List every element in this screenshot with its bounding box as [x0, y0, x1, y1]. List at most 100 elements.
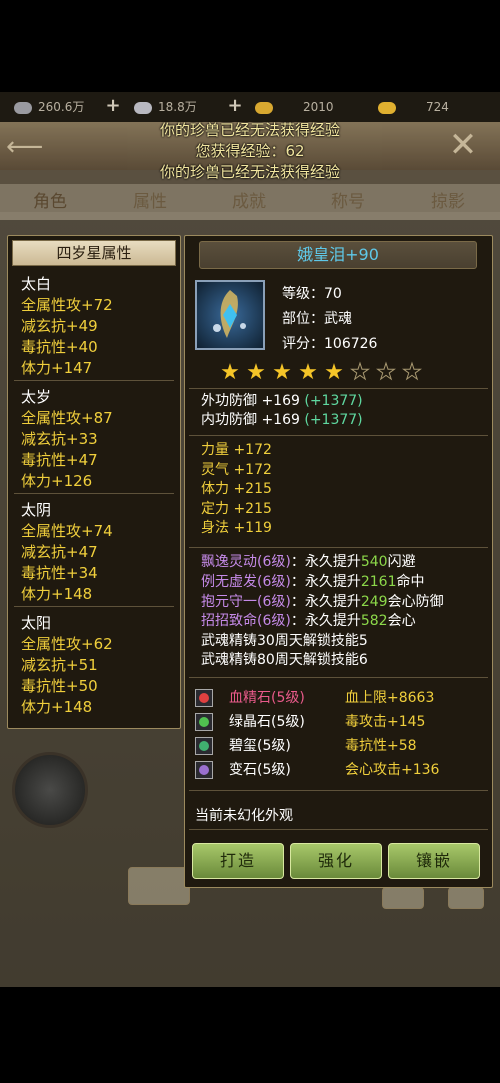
attribute-line: 毒抗性+34: [21, 564, 98, 582]
divider: [14, 380, 174, 381]
attribute-line: 体力+147: [21, 359, 93, 377]
attribute-line: 毒抗性+47: [21, 451, 98, 469]
silver-coin-icon: [14, 101, 32, 114]
gold-bar-icon: [378, 101, 396, 114]
silver-ingot-icon: [134, 101, 152, 114]
star-filled-icon: ★: [246, 360, 266, 385]
divider: [189, 388, 488, 389]
star-attributes-panel: 四岁星属性 太白 全属性攻+72 减玄抗+49 毒抗性+40 体力+147 太岁…: [7, 235, 181, 729]
item-slot: 部位：武魂: [282, 311, 352, 327]
defense-line: 外功防御 +169 (+1377): [201, 393, 363, 409]
tab-gallery[interactable]: 掠影: [403, 184, 493, 220]
star-filled-icon: ★: [220, 360, 240, 385]
appearance-status: 当前未幻化外观: [195, 808, 293, 824]
pet-avatar[interactable]: [12, 752, 88, 828]
unlock-line: 武魂精铸80周天解锁技能6: [201, 652, 368, 668]
item-icon: [195, 280, 265, 350]
gem-effect: 毒攻击+145: [345, 714, 426, 730]
gem-effect: 毒抗性+58: [345, 738, 417, 754]
group-name: 太阴: [21, 501, 52, 519]
skill-line: 飘逸灵动(6级)：永久提升540闪避: [201, 554, 416, 570]
attribute-line: 减玄抗+33: [21, 430, 98, 448]
tab-bar: 角色 属性 成就 称号 掠影: [0, 184, 500, 220]
tab-titles[interactable]: 称号: [303, 184, 393, 220]
defense-line: 内功防御 +169 (+1377): [201, 412, 363, 428]
item-score: 评分：106726: [282, 336, 378, 352]
tab-attributes[interactable]: 属性: [105, 184, 195, 220]
attribute-line: 全属性攻+72: [21, 296, 113, 314]
star-rating: ★ ★ ★ ★ ★ ★ ★ ★: [217, 360, 425, 385]
green-gem-icon: [195, 713, 213, 731]
star-empty-icon: ★: [376, 360, 397, 385]
item-name: 娥皇泪+90: [199, 241, 477, 269]
attribute-line: 灵气 +172: [201, 462, 272, 478]
star-empty-icon: ★: [350, 360, 371, 385]
game-screen: 260.6万 + 18.8万 + 2010 724 ⟵ ✕ 你的珍兽已经无法获得…: [0, 92, 500, 987]
star-empty-icon: ★: [402, 360, 423, 385]
divider: [189, 435, 488, 436]
divider: [189, 677, 488, 678]
message-line: 您获得经验：62: [195, 142, 305, 160]
item-tooltip-panel: 娥皇泪+90 等级：70 部位：武魂 评分：106726 ★ ★ ★ ★ ★ ★ ★ ★ 外功…: [184, 235, 493, 888]
divider: [189, 829, 488, 830]
attribute-line: 减玄抗+49: [21, 317, 98, 335]
attribute-line: 力量 +172: [201, 442, 272, 458]
background-button[interactable]: [128, 867, 190, 905]
divider: [14, 493, 174, 494]
attribute-line: 体力+126: [21, 472, 93, 490]
attribute-line: 全属性攻+62: [21, 635, 113, 653]
message-line: 你的珍兽已经无法获得经验: [159, 121, 340, 139]
attribute-line: 身法 +119: [201, 520, 272, 536]
background-button-small[interactable]: [448, 887, 484, 909]
attribute-line: 减玄抗+51: [21, 656, 98, 674]
star-filled-icon: ★: [324, 360, 344, 385]
attribute-line: 体力 +215: [201, 481, 272, 497]
item-level: 等级：70: [282, 286, 342, 302]
system-messages: 你的珍兽已经无法获得经验 您获得经验：62 你的珍兽已经无法获得经验: [0, 120, 500, 183]
gem-name: 碧玺(5级): [229, 738, 291, 754]
gem-name: 变石(5级): [229, 762, 291, 778]
resource-silver-ingot: 18.8万: [134, 99, 197, 115]
divider: [189, 790, 488, 791]
group-name: 太岁: [21, 388, 52, 406]
tab-character[interactable]: 角色: [5, 184, 95, 220]
attribute-line: 定力 +215: [201, 501, 272, 517]
blood-gem-icon: [195, 689, 213, 707]
divider: [189, 547, 488, 548]
divider: [14, 606, 174, 607]
tab-achievements[interactable]: 成就: [204, 184, 294, 220]
attribute-line: 毒抗性+50: [21, 677, 98, 695]
star-filled-icon: ★: [272, 360, 292, 385]
attribute-line: 体力+148: [21, 585, 93, 603]
gem-name: 绿晶石(5级): [229, 714, 305, 730]
inlay-button[interactable]: 镶嵌: [388, 843, 480, 879]
group-name: 太阳: [21, 614, 52, 632]
group-name: 太白: [21, 275, 52, 293]
enhance-button[interactable]: 强化: [290, 843, 382, 879]
forge-button[interactable]: 打造: [192, 843, 284, 879]
skill-line: 抱元守一(6级)：永久提升249会心防御: [201, 594, 444, 610]
gold-ingot-icon: [255, 101, 273, 114]
soul-crystal-icon: [213, 290, 246, 338]
message-line: 你的珍兽已经无法获得经验: [159, 163, 340, 181]
gem-effect: 血上限+8663: [345, 690, 435, 706]
unlock-line: 武魂精铸30周天解锁技能5: [201, 633, 368, 649]
panel-title: 四岁星属性: [12, 240, 176, 266]
jade-gem-icon: [195, 737, 213, 755]
skill-line: 招招致命(6级)：永久提升582会心: [201, 613, 416, 629]
resource-bar: 260.6万 + 18.8万 + 2010 724: [0, 92, 500, 122]
gem-name: 血精石(5级): [229, 690, 305, 706]
add-silver-coin-button[interactable]: +: [104, 97, 122, 115]
attribute-line: 体力+148: [21, 698, 93, 716]
background-button-small[interactable]: [382, 887, 424, 909]
add-silver-ingot-button[interactable]: +: [226, 97, 244, 115]
skill-line: 例无虚发(6级)：永久提升2161命中: [201, 574, 425, 590]
attribute-line: 全属性攻+74: [21, 522, 113, 540]
attribute-line: 减玄抗+47: [21, 543, 98, 561]
attribute-line: 全属性攻+87: [21, 409, 113, 427]
star-filled-icon: ★: [298, 360, 318, 385]
attribute-line: 毒抗性+40: [21, 338, 98, 356]
gem-effect: 会心攻击+136: [345, 762, 440, 778]
defense-bonus: (+1377): [304, 393, 363, 409]
resource-gold-ingot: 2010: [255, 99, 334, 115]
